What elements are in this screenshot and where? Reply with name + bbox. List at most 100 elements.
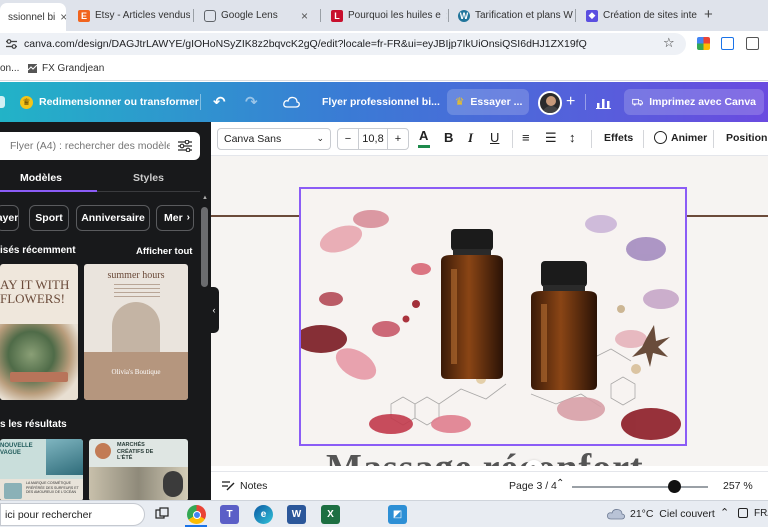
menu-edge-icon[interactable] xyxy=(0,96,5,108)
animate-button[interactable]: Animer xyxy=(671,132,707,144)
tab-canva[interactable]: ssionnel bi × xyxy=(0,3,66,31)
thumbnail-text: AY IT WITH FLOWERS! xyxy=(0,277,73,306)
tab-wordpress[interactable]: W Tarification et plans W × xyxy=(450,4,574,27)
flyer-title-text[interactable]: Massage réconfort xyxy=(326,446,644,466)
extension-doc-icon[interactable] xyxy=(721,37,734,50)
edge-app-icon[interactable]: e xyxy=(254,505,273,524)
add-collaborator-icon[interactable]: + xyxy=(566,89,575,115)
font-family-value: Canva Sans xyxy=(224,133,282,145)
insights-chart-icon[interactable] xyxy=(596,89,611,115)
filter-icon[interactable] xyxy=(178,140,192,152)
avatar[interactable] xyxy=(538,91,562,115)
network-icon[interactable] xyxy=(738,508,748,518)
line-spacing-icon[interactable]: ↕ xyxy=(569,130,576,145)
show-all-link[interactable]: Afficher tout xyxy=(136,246,192,257)
teams-app-icon[interactable]: T xyxy=(220,505,239,524)
bookmark-item[interactable]: on... xyxy=(0,63,19,74)
document-title[interactable]: Flyer professionnel bi... xyxy=(322,89,440,115)
redo-icon[interactable]: ↷ xyxy=(245,89,258,115)
browser-tab-strip: ssionnel bi × E Etsy - Articles vendus ×… xyxy=(0,0,768,31)
tab-site-builder[interactable]: ◆ Création de sites inte × xyxy=(578,4,700,27)
thumbnail-title: summer hours xyxy=(107,270,165,281)
resize-button[interactable]: ♛ Redimensionner ou transformer xyxy=(20,89,199,115)
chip-category[interactable]: ayer xyxy=(0,205,19,231)
template-thumbnail[interactable]: summer hours Olivia's Boutique xyxy=(84,264,188,400)
template-thumbnail[interactable]: NOUVELLE VAGUE LA MARQUE COSMÉTIQUE PRÉF… xyxy=(0,439,83,501)
results-section-title: s les résultats xyxy=(0,419,67,430)
extension-icon[interactable] xyxy=(697,37,710,50)
larousse-favicon-icon: L xyxy=(331,9,343,22)
italic-icon[interactable]: I xyxy=(468,130,473,146)
zoom-slider-knob[interactable] xyxy=(667,480,681,493)
position-button[interactable]: Position xyxy=(726,132,767,144)
active-tab-indicator xyxy=(0,190,97,192)
tab-google-lens[interactable]: Google Lens × xyxy=(196,4,316,27)
font-family-select[interactable]: Canva Sans ⌄ xyxy=(217,128,331,150)
notes-button[interactable]: Notes xyxy=(240,480,267,492)
close-icon[interactable]: × xyxy=(60,10,66,24)
excel-app-icon[interactable]: X xyxy=(321,505,340,524)
word-app-icon[interactable]: W xyxy=(287,505,306,524)
tab-models[interactable]: Modèles xyxy=(20,172,62,184)
chevron-up-icon[interactable]: ⌃ xyxy=(556,478,564,489)
decrease-font-size-button[interactable]: − xyxy=(337,128,359,150)
animate-icon[interactable] xyxy=(654,131,667,144)
new-tab-plus-icon[interactable]: + xyxy=(704,6,713,23)
chevron-up-icon[interactable]: ⌃ xyxy=(720,506,729,519)
language-indicator[interactable]: FRA xyxy=(754,508,768,519)
bookmark-item[interactable]: FX Grandjean xyxy=(42,63,104,74)
undo-icon[interactable]: ↶ xyxy=(213,89,226,115)
zoom-level[interactable]: 257 % xyxy=(723,480,753,492)
chip-mer[interactable]: Mer › xyxy=(156,205,194,231)
tab-label: Google Lens xyxy=(221,10,278,21)
selected-photo-element[interactable] xyxy=(299,187,687,446)
site-settings-icon[interactable] xyxy=(6,39,17,49)
templates-panel: Modèles Styles ayer Sport Anniversaire M… xyxy=(0,122,211,501)
taskbar-search[interactable]: ici pour rechercher xyxy=(0,503,145,526)
bookmarks-bar: on... FX Grandjean xyxy=(0,57,768,81)
task-view-icon[interactable] xyxy=(155,507,169,521)
bookmark-star-icon[interactable]: ☆ xyxy=(663,35,675,51)
weather-text[interactable]: 21°C Ciel couvert xyxy=(630,508,715,520)
try-pro-button[interactable]: ♛ Essayer ... xyxy=(447,89,529,115)
notes-icon[interactable] xyxy=(221,479,235,491)
template-search[interactable] xyxy=(0,132,200,160)
canva-header: ♛ Redimensionner ou transformer ↶ ↷ Flye… xyxy=(0,82,768,122)
underline-icon[interactable]: U xyxy=(490,130,499,145)
effects-button[interactable]: Effets xyxy=(604,132,633,144)
template-thumbnail[interactable]: AY IT WITH FLOWERS! xyxy=(0,264,78,400)
chrome-app-icon[interactable] xyxy=(187,505,206,524)
chevron-right-icon[interactable]: › xyxy=(187,212,190,223)
align-center-icon[interactable]: ≡ xyxy=(522,130,530,145)
text-toolbar: Canva Sans ⌄ − 10,8 + A B I U ≡ ☰ ↕ Effe… xyxy=(211,122,768,156)
print-button[interactable]: Imprimez avec Canva xyxy=(624,89,764,115)
bold-icon[interactable]: B xyxy=(444,130,453,145)
font-size-input[interactable]: 10,8 xyxy=(358,128,388,150)
text-color-icon[interactable]: A xyxy=(418,128,430,148)
tab-larousse[interactable]: L Pourquoi les huiles e × xyxy=(323,4,447,27)
close-icon[interactable]: × xyxy=(301,9,308,23)
page-indicator[interactable]: Page 3 / 4 xyxy=(509,480,557,492)
panel-scrollbar-thumb[interactable] xyxy=(201,207,208,287)
zoom-slider[interactable] xyxy=(572,486,708,488)
cloud-save-icon[interactable] xyxy=(283,89,300,115)
chip-sport[interactable]: Sport xyxy=(29,205,69,231)
photos-app-icon[interactable]: ◩ xyxy=(388,505,407,524)
list-icon[interactable]: ☰ xyxy=(545,130,557,146)
tab-etsy[interactable]: E Etsy - Articles vendus × xyxy=(70,4,190,27)
chip-birthday[interactable]: Anniversaire xyxy=(76,205,150,231)
collapse-panel-handle[interactable]: ‹ xyxy=(209,287,219,333)
template-thumbnail[interactable]: MARCHÉS CRÉATIFS DE L'ÉTÉ xyxy=(89,439,188,501)
extensions-puzzle-icon[interactable] xyxy=(746,37,759,50)
design-canvas[interactable]: Massage réconfort ⟳ xyxy=(211,156,768,466)
thumbnail-title: NOUVELLE VAGUE xyxy=(0,443,33,456)
editor-footer: Notes Page 3 / 4 ⌃ 257 % xyxy=(211,471,768,500)
search-input[interactable] xyxy=(10,140,170,152)
address-bar[interactable]: canva.com/design/DAGJtrLAWYE/gIOHoNSyZIK… xyxy=(0,33,686,55)
chip-label: Mer xyxy=(164,212,183,224)
tab-styles[interactable]: Styles xyxy=(133,172,164,184)
recent-section-title: isés récemment xyxy=(0,245,76,256)
increase-font-size-button[interactable]: + xyxy=(387,128,409,150)
close-icon[interactable]: × xyxy=(446,9,447,23)
bookmark-folder-icon xyxy=(27,62,38,74)
